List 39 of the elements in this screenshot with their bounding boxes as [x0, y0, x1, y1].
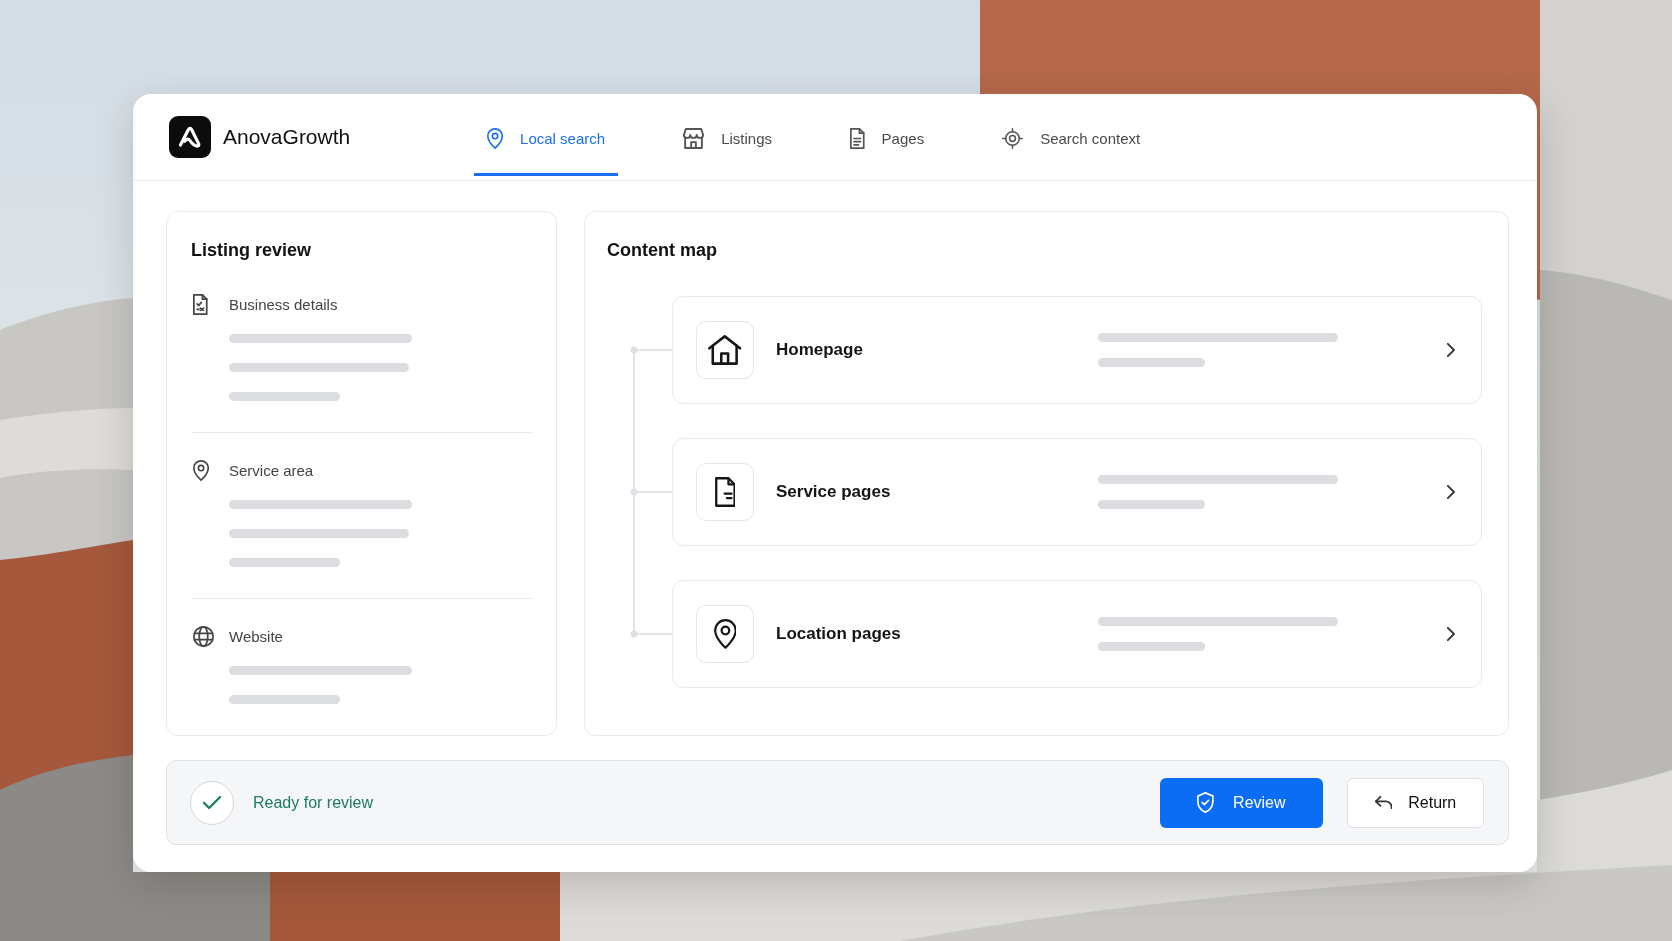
status-text: Ready for review: [253, 793, 374, 812]
house-icon: [696, 321, 754, 379]
panel-title: Listing review: [191, 239, 313, 262]
page-title: Location pages: [776, 624, 902, 644]
shield-check-icon: [1197, 792, 1215, 813]
connector-dot: [630, 488, 638, 496]
panel-title: Content map: [606, 239, 718, 262]
nav-tab[interactable]: Search context: [989, 94, 1154, 176]
location-pin-icon: [487, 128, 504, 149]
crosshair-icon: [1002, 128, 1024, 149]
page-title: Service pages: [776, 482, 892, 502]
check-icon: [190, 780, 234, 825]
brand-name: AnovaGrowth: [223, 125, 351, 149]
section-label: Business details: [229, 294, 339, 315]
page-card[interactable]: Service pages: [672, 438, 1482, 546]
chevron-right-icon: [1447, 627, 1455, 641]
storefront-icon: [683, 128, 705, 149]
logo-icon: [169, 116, 211, 158]
chevron-right-icon: [1447, 343, 1455, 357]
globe-icon: [193, 626, 214, 647]
nav-tab[interactable]: Pages: [837, 94, 938, 176]
document-icon: [696, 463, 754, 521]
location-pin-icon: [696, 605, 754, 663]
location-pin-icon: [193, 460, 210, 481]
nav-tab[interactable]: Local search: [474, 94, 619, 176]
connector-dot: [630, 630, 638, 638]
section-label: Service area: [229, 460, 315, 481]
document-icon: [850, 128, 865, 149]
connector-dot: [630, 346, 638, 354]
return-button[interactable]: Return: [1347, 777, 1484, 828]
review-button[interactable]: Review: [1160, 777, 1323, 828]
section-label: Website: [229, 626, 284, 647]
chevron-right-icon: [1447, 485, 1455, 499]
document-icon: [193, 294, 208, 315]
page-card[interactable]: Location pages: [672, 580, 1482, 688]
nav-tab[interactable]: Listings: [670, 94, 785, 176]
undo-arrow-icon: [1374, 796, 1393, 809]
page-card[interactable]: Homepage: [672, 296, 1482, 404]
page-title: Homepage: [776, 340, 864, 360]
